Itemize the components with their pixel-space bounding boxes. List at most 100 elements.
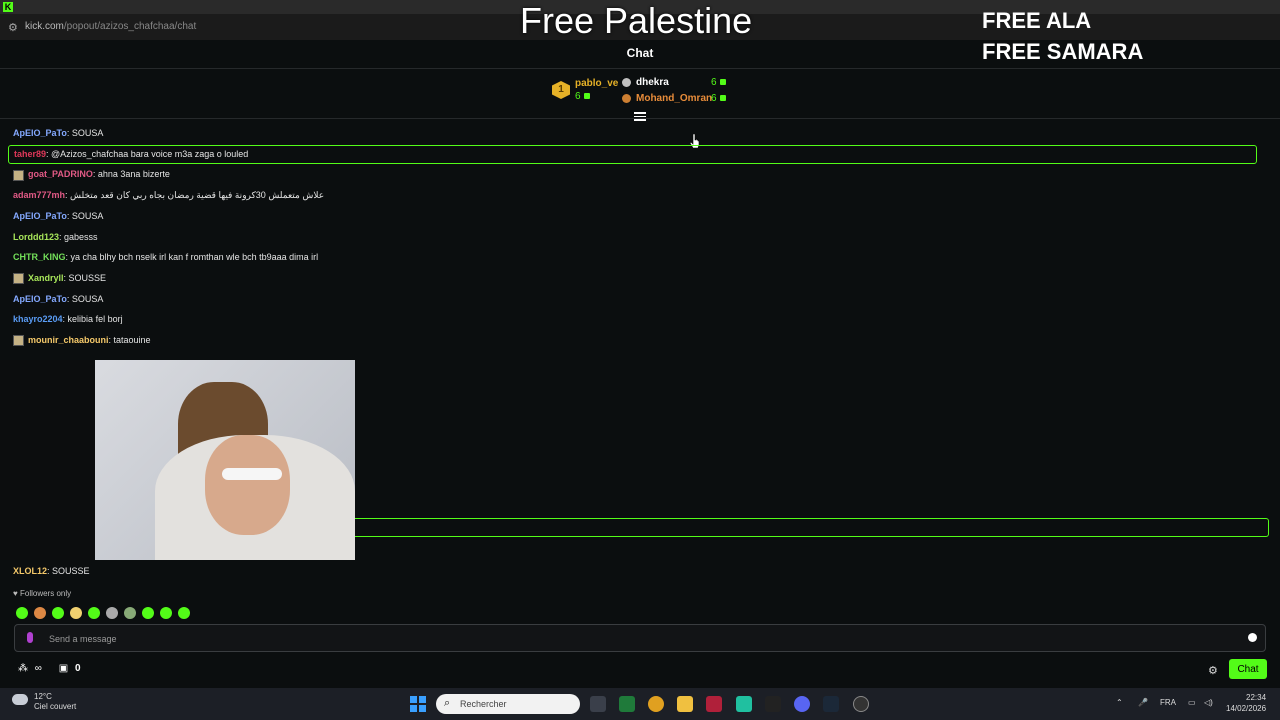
discord-icon[interactable] (794, 696, 810, 712)
microphone-tray-icon[interactable]: 🎤 (1138, 698, 1148, 707)
settings-gear-icon[interactable]: ⚙ (1208, 664, 1218, 677)
chat-username[interactable]: mounir_chaabouni (28, 335, 109, 345)
volume-icon[interactable]: ◁) (1204, 698, 1213, 707)
leader-third[interactable]: Mohand_Omran 6 (622, 93, 726, 104)
network-icon[interactable]: ▭ (1188, 698, 1196, 707)
followers-only-status: ♥ Followers only (13, 589, 72, 598)
microphone-icon[interactable] (27, 632, 33, 643)
overlay-title: Free Palestine (520, 0, 753, 41)
chat-username[interactable]: goat_PADRINO (28, 169, 93, 179)
chat-message: ApEIO_PaTo: SOUSA (13, 294, 103, 304)
chat-text: : SOUSA (66, 293, 104, 304)
infinity-icon[interactable]: ∞ (35, 663, 42, 674)
bottom-toolbar: ⁂ ∞ ▣ 0 (18, 663, 81, 674)
message-input-box[interactable] (14, 624, 1266, 652)
chat-message: Xandryll: SOUSSE (13, 272, 107, 285)
gift-sub-icon (583, 93, 590, 100)
emote-icon[interactable] (142, 606, 154, 619)
chat-username[interactable]: taher89 (14, 149, 46, 159)
chat-message: khayro2204: kelibia fel borj (13, 314, 123, 324)
emote-icon[interactable] (178, 606, 190, 619)
send-chat-button[interactable]: Chat (1229, 659, 1267, 679)
chat-message: goat_PADRINO: ahna 3ana bizerte (13, 169, 170, 181)
chat-message: taher89: @Azizos_chafchaa bara voice m3a… (8, 144, 1257, 164)
chat-text: : SOUSSE (63, 272, 107, 283)
heart-icon: ♥ (13, 589, 18, 598)
chat-message: adam777mh: علاش متعملش 30كرونة فيها قضية… (13, 190, 324, 201)
gift-sub-icon (719, 95, 726, 102)
chevron-up-icon[interactable]: ⌃ (1116, 698, 1123, 707)
user-avatar-icon (13, 169, 24, 181)
chat-text: : SOUSA (66, 128, 104, 138)
leaderboard-divider (0, 118, 1280, 119)
emote-icon[interactable] (106, 606, 118, 619)
chrome-icon[interactable] (648, 696, 664, 712)
windows-start-icon[interactable] (410, 696, 426, 712)
chat-username[interactable]: CHTR_KING (13, 252, 66, 262)
header-divider (0, 68, 1280, 69)
kick-logo-icon: K (3, 2, 13, 12)
taskbar-search[interactable]: ⌕ Rechercher (436, 694, 580, 714)
chat-username[interactable]: ApEIO_PaTo (13, 294, 67, 304)
gold-medal-icon: 1 (552, 81, 570, 99)
file-explorer-icon[interactable] (677, 696, 693, 712)
gift-sub-icon (719, 79, 726, 86)
steam-icon[interactable] (823, 696, 839, 712)
search-icon: ⌕ (444, 697, 451, 709)
chat-message: XLOL12: SOUSSE (13, 566, 90, 576)
chat-message: ApEIO_PaTo: SOUSA (13, 128, 103, 138)
silver-rank-icon (622, 77, 631, 87)
emote-icon[interactable] (34, 606, 46, 619)
highlighted-message[interactable] (355, 518, 1269, 537)
chat-text: : tataouine (108, 335, 151, 345)
chat-message: mounir_chaabouni: tataouine (13, 335, 151, 347)
chat-username[interactable]: Lorddd123 (13, 232, 59, 242)
clock[interactable]: 22:34 14/02/2026 (1226, 692, 1266, 714)
app-a-icon[interactable] (706, 696, 722, 712)
app-green-icon[interactable] (736, 696, 752, 712)
emote-icon[interactable] (16, 606, 28, 619)
expand-leaderboard-icon[interactable] (634, 112, 646, 122)
chat-username[interactable]: ApEIO_PaTo (13, 128, 67, 138)
leader-first[interactable]: pablo_ve 6 (575, 78, 618, 102)
task-view-icon[interactable] (590, 696, 606, 712)
chat-message: ApEIO_PaTo: SOUSA (13, 211, 103, 221)
chat-text: : SOUSA (66, 210, 104, 221)
message-input[interactable] (47, 630, 1231, 648)
leader-second[interactable]: dhekra 6 (622, 77, 726, 88)
language-indicator[interactable]: FRA (1160, 698, 1176, 707)
emote-icon[interactable] (52, 606, 64, 619)
emote-icon[interactable] (88, 606, 100, 619)
gift-icon[interactable]: ▣ (59, 663, 68, 674)
chat-username[interactable]: khayro2204 (13, 314, 63, 324)
obs-icon[interactable] (853, 696, 869, 712)
chat-header-title: Chat (626, 46, 654, 60)
emoji-picker-icon[interactable] (1248, 633, 1257, 642)
chat-username[interactable]: adam777mh (13, 190, 65, 200)
emote-bar[interactable] (16, 604, 196, 619)
chat-username[interactable]: Xandryll (28, 273, 64, 283)
emote-icon[interactable] (124, 606, 136, 619)
chat-text: : @Azizos_chafchaa bara voice m3a zaga o… (46, 148, 249, 159)
bronze-rank-icon (622, 93, 631, 103)
site-info-icon[interactable]: ⚙ (8, 21, 18, 34)
emote-icon[interactable] (70, 606, 82, 619)
emote-icon[interactable] (160, 606, 172, 619)
cloud-icon (12, 694, 28, 705)
windows-taskbar: 12°C Ciel couvert ⌕ Rechercher ⌃ 🎤 FRA ▭ … (0, 688, 1280, 720)
chat-text: : ya cha blhy bch nselk irl kan f romtha… (65, 252, 319, 263)
chat-message: Lorddd123: gabesss (13, 232, 98, 242)
chat-text: : gabesss (59, 231, 98, 242)
user-avatar-icon (13, 335, 24, 347)
chat-text: : kelibia fel borj (62, 314, 123, 325)
chat-username[interactable]: ApEIO_PaTo (13, 211, 67, 221)
users-icon[interactable]: ⁂ (18, 663, 28, 674)
chat-message: CHTR_KING: ya cha blhy bch nselk irl kan… (13, 252, 318, 262)
app-dark-icon[interactable] (765, 696, 781, 712)
url-text[interactable]: kick.com/popout/azizos_chafchaa/chat (25, 21, 196, 32)
kick-app-icon[interactable] (619, 696, 635, 712)
chat-text: : علاش متعملش 30كرونة فيها قضية رمضان بج… (65, 190, 325, 201)
chat-text: : ahna 3ana bizerte (92, 169, 170, 180)
points-count: 0 (74, 663, 81, 674)
streamer-webcam (0, 360, 355, 560)
